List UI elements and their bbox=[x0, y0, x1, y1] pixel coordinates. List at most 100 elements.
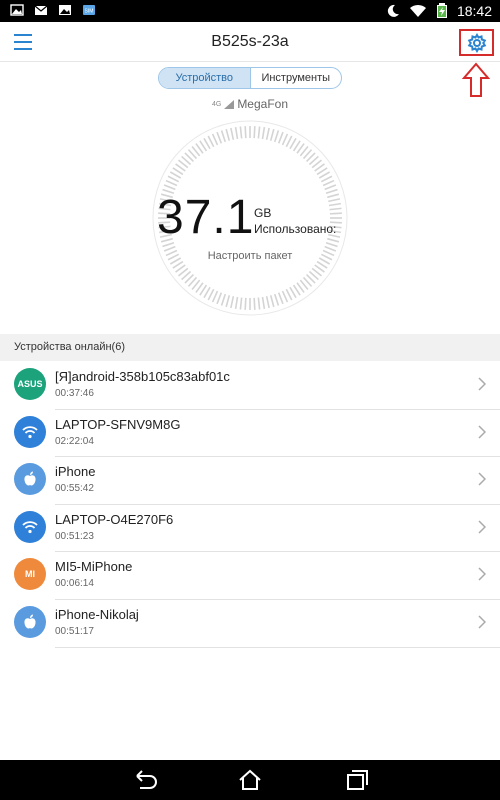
gauge-tick bbox=[328, 202, 341, 207]
gauge-tick bbox=[253, 297, 256, 310]
gauge-tick bbox=[281, 290, 289, 303]
navigation-bar bbox=[0, 760, 500, 800]
gauge-tick bbox=[211, 133, 219, 146]
usage-unit: GB bbox=[254, 206, 272, 220]
image-icon bbox=[59, 5, 71, 15]
svg-text:SIM: SIM bbox=[85, 9, 94, 15]
device-row[interactable]: iPhone-Nikolaj 00:51:17 bbox=[0, 599, 500, 648]
device-row[interactable]: iPhone 00:55:42 bbox=[0, 456, 500, 505]
device-list: ASUS [Я]android-358b105c83abf01c 00:37:46 L… bbox=[0, 361, 500, 648]
gauge-tick bbox=[265, 127, 270, 140]
home-icon[interactable] bbox=[237, 768, 263, 792]
back-icon[interactable] bbox=[132, 768, 158, 792]
apple-icon bbox=[14, 605, 46, 638]
device-row[interactable]: MI MI5-MiPhone 00:06:14 bbox=[0, 551, 500, 600]
tab-device[interactable]: Устройство bbox=[159, 68, 251, 88]
status-bar: SIM 18:42 bbox=[0, 0, 500, 22]
gauge-tick bbox=[325, 188, 338, 195]
gauge-tick bbox=[239, 297, 243, 310]
device-name: LAPTOP-O4E270F6 bbox=[55, 511, 174, 527]
wifi-icon bbox=[409, 4, 426, 17]
usage-value: 37.1 bbox=[157, 191, 255, 244]
gauge-tick bbox=[230, 127, 235, 140]
app-title: B525s-23a bbox=[211, 33, 289, 50]
gauge-tick bbox=[269, 295, 275, 308]
gauge-tick bbox=[261, 296, 266, 309]
gauge-tick bbox=[328, 198, 341, 203]
gauge-tick bbox=[225, 128, 231, 141]
gauge-tick bbox=[163, 184, 176, 191]
gauge-tick bbox=[239, 126, 243, 139]
wifi-icon bbox=[14, 510, 46, 543]
configure-plan-link[interactable]: Настроить пакет bbox=[0, 250, 500, 262]
gear-icon bbox=[467, 32, 486, 53]
signal-icon bbox=[224, 99, 235, 109]
gauge-tick bbox=[257, 126, 261, 139]
chevron-right-icon bbox=[478, 377, 486, 391]
mail-icon bbox=[34, 5, 48, 15]
gauge-tick bbox=[220, 130, 227, 143]
moon-icon bbox=[387, 4, 399, 17]
gauge-tick bbox=[322, 179, 335, 187]
battery-charging-icon bbox=[436, 3, 447, 18]
device-connected-time: 02:22:04 bbox=[55, 435, 94, 447]
devices-online-header: Устройства онлайн(6) bbox=[0, 334, 500, 361]
wifi-icon bbox=[14, 415, 46, 448]
tab-tools[interactable]: Инструменты bbox=[251, 68, 342, 88]
gauge-tick bbox=[253, 126, 256, 139]
asus-icon: ASUS bbox=[14, 368, 46, 400]
device-icon-text: MI bbox=[25, 569, 35, 580]
chevron-right-icon bbox=[478, 520, 486, 534]
gauge-tick bbox=[273, 130, 280, 143]
gauge-tick bbox=[167, 175, 180, 183]
app-bar: B525s-23a bbox=[0, 22, 500, 62]
device-name: [Я]android-358b105c83abf01c bbox=[55, 369, 230, 384]
gauge-tick bbox=[329, 207, 342, 211]
xiaomi-icon: MI bbox=[14, 558, 46, 591]
network-type: 4G bbox=[211, 100, 222, 108]
chevron-right-icon bbox=[478, 472, 486, 486]
device-row[interactable]: LAPTOP-O4E270F6 00:51:23 bbox=[0, 504, 500, 553]
device-connected-time: 00:06:14 bbox=[55, 578, 94, 590]
gauge-tick bbox=[261, 127, 266, 140]
device-icon-text: ASUS bbox=[17, 379, 43, 389]
gauge-tick bbox=[277, 131, 284, 144]
gauge-tick bbox=[244, 126, 247, 139]
row-divider bbox=[55, 646, 500, 648]
gauge-tick bbox=[285, 135, 293, 148]
settings-button[interactable] bbox=[459, 29, 494, 56]
gauge-tick bbox=[269, 128, 275, 141]
apple-icon bbox=[14, 463, 46, 496]
device-row[interactable]: LAPTOP-SFNV9M8G 02:22:04 bbox=[0, 409, 500, 458]
device-name: MI5-MiPhone bbox=[55, 559, 133, 575]
gauge-tick bbox=[220, 293, 227, 306]
gauge-tick bbox=[234, 127, 239, 140]
gauge-tick bbox=[277, 292, 284, 305]
device-name: iPhone bbox=[55, 464, 96, 480]
gauge-tick bbox=[211, 290, 219, 303]
gauge-tick bbox=[207, 135, 215, 148]
gauge-tick bbox=[329, 212, 342, 215]
recent-apps-icon[interactable] bbox=[344, 768, 370, 792]
device-connected-time: 00:55:42 bbox=[55, 483, 94, 495]
gallery-icon bbox=[10, 4, 24, 16]
chevron-right-icon bbox=[478, 425, 486, 439]
gauge-tick bbox=[281, 133, 289, 146]
sim-icon: SIM bbox=[83, 5, 95, 15]
device-row[interactable]: ASUS [Я]android-358b105c83abf01c 00:37:46 bbox=[0, 361, 500, 410]
gauge-tick bbox=[324, 184, 337, 191]
chevron-right-icon bbox=[478, 567, 486, 581]
usage-label: Использовано: bbox=[254, 222, 337, 236]
gauge-tick bbox=[216, 131, 223, 144]
gauge-tick bbox=[165, 179, 178, 187]
device-connected-time: 00:37:46 bbox=[55, 388, 94, 399]
status-time: 18:42 bbox=[456, 3, 492, 19]
gauge-tick bbox=[244, 297, 247, 310]
operator-info: 4G MegaFon bbox=[0, 97, 500, 111]
gauge-tick bbox=[234, 296, 239, 309]
gauge-tick bbox=[320, 175, 333, 183]
red-arrow-annotation bbox=[462, 62, 490, 97]
status-right-icons: 18:42 bbox=[386, 3, 492, 19]
gauge-tick bbox=[216, 292, 223, 305]
device-name: iPhone-Nikolaj bbox=[55, 606, 139, 622]
